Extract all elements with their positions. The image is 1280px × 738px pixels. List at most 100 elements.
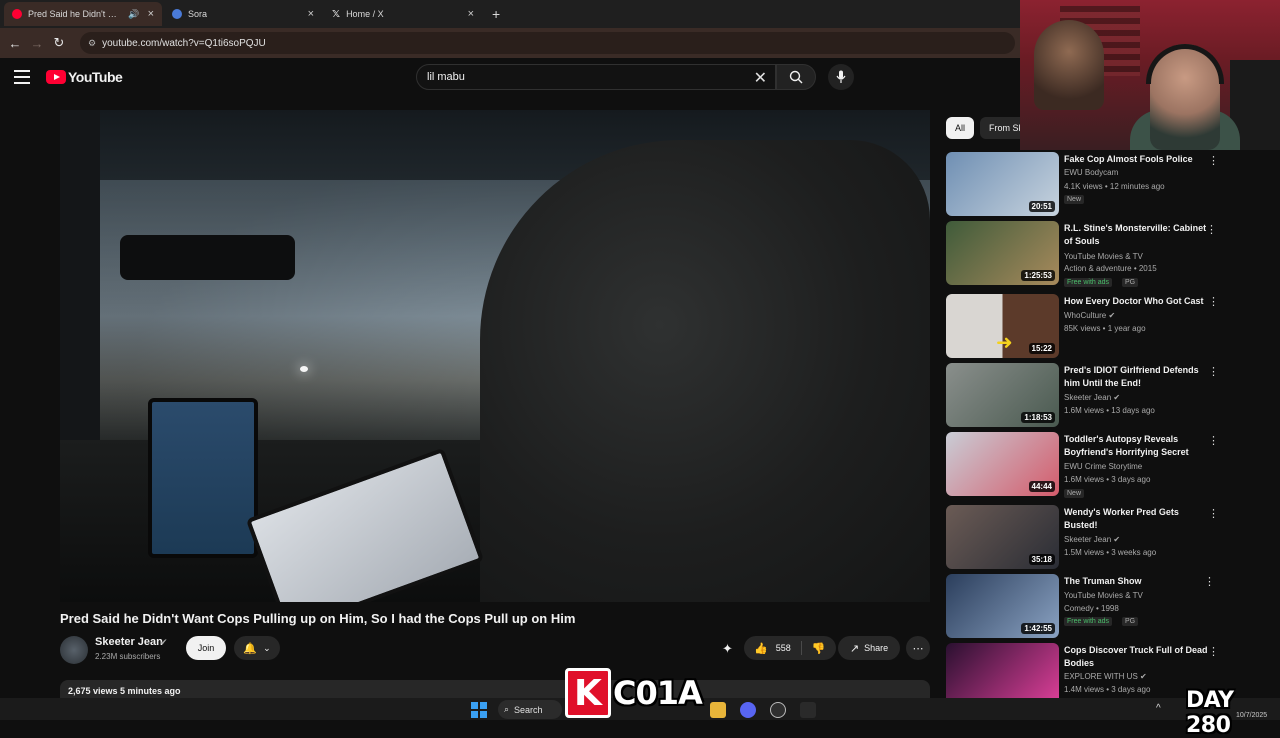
video-thumbnail[interactable]: 35:18 [946, 505, 1059, 569]
recommendation-item[interactable]: 44:44 Toddler's Autopsy Reveals Boyfrien… [946, 432, 1236, 498]
video-thumbnail[interactable]: 20:51 [946, 152, 1059, 216]
search-button[interactable] [776, 64, 816, 90]
recommendation-channel[interactable]: EWU Crime Storytime [1064, 462, 1142, 471]
video-thumbnail[interactable]: 44:44 [946, 432, 1059, 496]
duration-badge: 15:22 [1028, 343, 1055, 354]
more-options-icon[interactable]: ⋮ [1204, 575, 1215, 588]
recommendation-channel[interactable]: EWU Bodycam [1064, 168, 1118, 177]
search-input[interactable]: lil mabu ✕ [416, 64, 776, 90]
back-arrow-icon[interactable]: ← [4, 36, 26, 51]
tab-title: Home / X [346, 9, 384, 19]
video-thumbnail[interactable]: 1:18:53 [946, 363, 1059, 427]
tab-x-home[interactable]: 𝕏 Home / X × [324, 2, 482, 26]
recommendation-title[interactable]: How Every Doctor Who Got Cast [1064, 295, 1214, 308]
close-tab-icon[interactable]: × [148, 8, 154, 20]
more-options-icon[interactable]: ⋮ [1208, 365, 1219, 378]
site-info-icon[interactable]: ⚙ [88, 38, 96, 49]
duration-badge: 1:25:53 [1021, 270, 1055, 281]
more-options-icon[interactable]: ⋮ [1208, 154, 1219, 167]
recommendation-channel[interactable]: Skeeter Jean ✔ [1064, 393, 1120, 402]
forward-arrow-icon[interactable]: → [26, 36, 48, 51]
duration-badge: 1:42:55 [1021, 623, 1055, 634]
url-field[interactable]: ⚙ youtube.com/watch?v=Q1ti6soPQJU [80, 32, 1015, 54]
close-tab-icon[interactable]: × [468, 8, 474, 20]
subscribed-notifications-button[interactable]: 🔔 ⌄ [234, 636, 280, 660]
file-explorer-icon[interactable] [710, 702, 726, 718]
thumbs-up-icon: 👍 [754, 642, 768, 655]
recommendation-title[interactable]: Pred's IDIOT Girlfriend Defends him Unti… [1064, 364, 1214, 390]
verified-check-icon: ✔ [1113, 393, 1121, 402]
video-thumbnail[interactable]: 1:42:55 [946, 574, 1059, 638]
more-actions-icon[interactable]: ⋯ [906, 636, 930, 660]
recommendation-channel[interactable]: EXPLORE WITH US ✔ [1064, 672, 1147, 681]
new-badge: New [1064, 489, 1085, 498]
more-options-icon[interactable]: ⋮ [1206, 223, 1217, 236]
recommendation-title[interactable]: R.L. Stine's Monsterville: Cabinet of So… [1064, 222, 1214, 248]
new-tab-button[interactable]: + [484, 2, 508, 26]
video-thumbnail[interactable]: ➜ 15:22 [946, 294, 1059, 358]
recommendation-title[interactable]: Cops Discover Truck Full of Dead Bodies [1064, 644, 1214, 670]
chip-all[interactable]: All [946, 117, 975, 139]
address-bar-row: ← → ↻ ⚙ youtube.com/watch?v=Q1ti6soPQJU [0, 28, 1020, 58]
tab-sora[interactable]: Sora × [164, 2, 322, 26]
speaker-icon[interactable]: 🔊 [128, 9, 139, 20]
yellow-arrow-icon: ➜ [996, 332, 1013, 354]
clear-search-icon[interactable]: ✕ [754, 68, 767, 88]
webcam-person-background [1034, 20, 1104, 110]
discord-icon[interactable] [740, 702, 756, 718]
recommendation-channel[interactable]: YouTube Movies & TV [1064, 591, 1143, 600]
video-title: Pred Said he Didn't Want Cops Pulling up… [60, 611, 576, 626]
tab-youtube-video[interactable]: Pred Said he Didn't Want C 🔊 × [4, 2, 162, 26]
recommendation-channel[interactable]: YouTube Movies & TV [1064, 252, 1143, 261]
recommendation-channel[interactable]: Skeeter Jean ✔ [1064, 535, 1120, 544]
description-stats[interactable]: 2,675 views 5 minutes ago [60, 680, 930, 700]
recommendation-item[interactable]: 1:18:53 Pred's IDIOT Girlfriend Defends … [946, 363, 1236, 429]
menu-icon[interactable] [14, 70, 30, 84]
ask-ai-icon[interactable]: ✦ [722, 641, 733, 657]
duration-badge: 44:44 [1028, 481, 1055, 492]
youtube-logo[interactable]: YouTube [46, 69, 123, 85]
channel-avatar[interactable] [60, 636, 88, 664]
recommendation-meta: 85K views • 1 year ago [1064, 324, 1146, 333]
free-with-ads-badge: Free with ads [1064, 278, 1113, 287]
share-button[interactable]: ↗ Share [838, 636, 900, 660]
recommendation-channel[interactable]: WhoCulture ✔ [1064, 311, 1115, 320]
recommendation-item[interactable]: ➜ 15:22 How Every Doctor Who Got Cast Wh… [946, 294, 1236, 360]
join-button[interactable]: Join [186, 636, 226, 660]
windows-start-icon[interactable] [471, 702, 487, 718]
recommendation-title[interactable]: Toddler's Autopsy Reveals Boyfriend's Ho… [1064, 433, 1214, 459]
verified-check-icon: ✔ [1113, 535, 1121, 544]
like-button[interactable]: 👍 558 [744, 636, 801, 660]
driver-silhouette [480, 140, 930, 602]
recommendation-title[interactable]: The Truman Show [1064, 575, 1214, 588]
recommendation-title[interactable]: Wendy's Worker Pred Gets Busted! [1064, 506, 1214, 532]
video-thumbnail[interactable]: 1:25:53 [946, 221, 1059, 285]
more-options-icon[interactable]: ⋮ [1208, 295, 1219, 308]
more-options-icon[interactable]: ⋮ [1208, 645, 1219, 658]
chrome-icon[interactable] [770, 702, 786, 718]
taskbar-search[interactable]: ⌕ Search [498, 700, 562, 719]
voice-search-button[interactable] [828, 64, 854, 90]
search-icon [789, 70, 803, 84]
recommendation-item[interactable]: 1:42:55 The Truman Show YouTube Movies &… [946, 574, 1236, 640]
subscriber-count: 2.23M subscribers [95, 652, 161, 661]
recommendation-item[interactable]: 20:51 Fake Cop Almost Fools Police EWU B… [946, 152, 1236, 218]
more-options-icon[interactable]: ⋮ [1208, 507, 1219, 520]
close-tab-icon[interactable]: × [308, 8, 314, 20]
recommendation-title[interactable]: Fake Cop Almost Fools Police [1064, 153, 1214, 166]
tray-chevron-icon[interactable]: ^ [1156, 703, 1161, 714]
microphone-icon [836, 70, 846, 83]
channel-name[interactable]: Skeeter Jean [95, 636, 163, 648]
recommendation-meta: Action & adventure • 2015 [1064, 264, 1157, 273]
dislike-button[interactable]: 👎 [802, 636, 836, 660]
video-player[interactable] [60, 110, 930, 602]
reload-icon[interactable]: ↻ [48, 35, 70, 51]
recommendation-item[interactable]: 35:18 Wendy's Worker Pred Gets Busted! S… [946, 505, 1236, 571]
recommendation-item[interactable]: 1:25:53 R.L. Stine's Monsterville: Cabin… [946, 221, 1236, 287]
streamer-brand-overlay: K C01A [565, 667, 703, 719]
more-options-icon[interactable]: ⋮ [1208, 434, 1219, 447]
app-icon[interactable] [800, 702, 816, 718]
search-query: lil mabu [427, 71, 465, 83]
clock-date: 10/7/2025 [1236, 712, 1268, 719]
share-arrow-icon: ↗ [849, 642, 860, 655]
